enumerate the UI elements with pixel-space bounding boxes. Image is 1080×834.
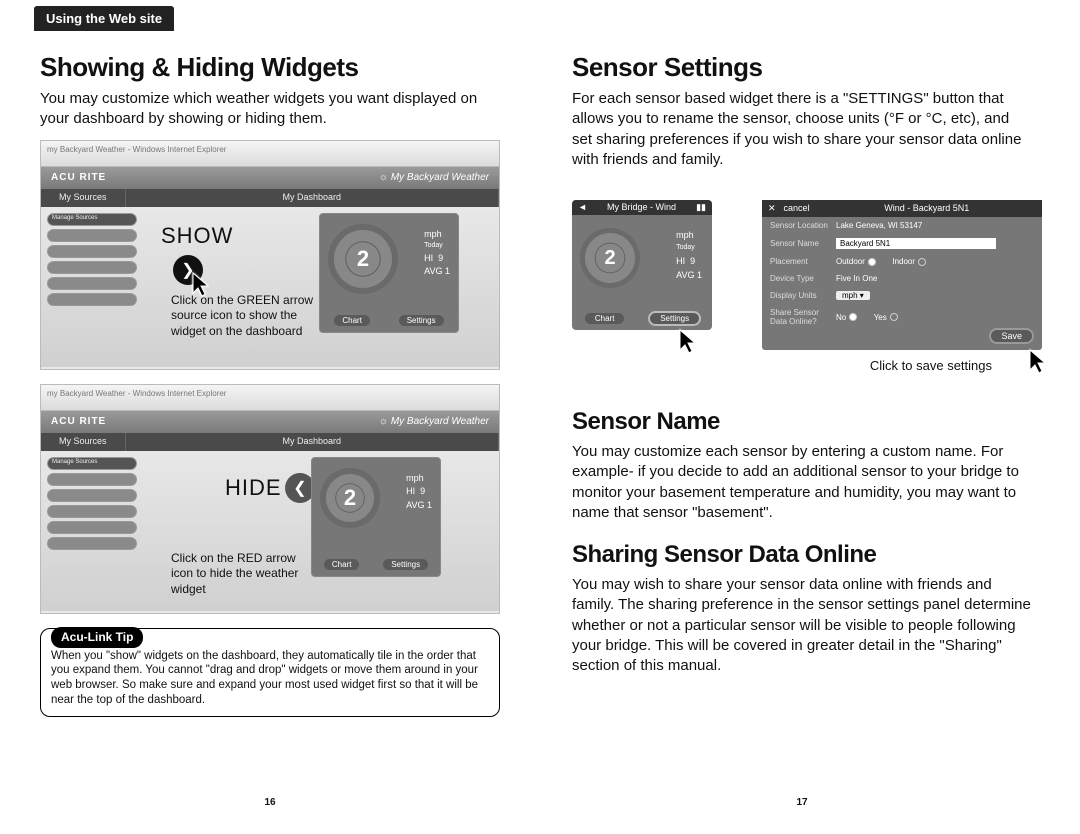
cancel-link[interactable]: cancel bbox=[784, 203, 810, 214]
source-item[interactable] bbox=[47, 293, 137, 306]
source-item[interactable] bbox=[47, 473, 137, 486]
dashboard-tabs: My Sources My Dashboard bbox=[41, 433, 499, 451]
heading-sharing: Sharing Sensor Data Online bbox=[572, 541, 1032, 569]
tab-sources[interactable]: My Sources bbox=[41, 189, 126, 207]
share-yes[interactable]: Yes bbox=[874, 313, 898, 322]
source-item[interactable] bbox=[47, 521, 137, 534]
source-item[interactable] bbox=[47, 277, 137, 290]
source-item[interactable]: Manage Sources bbox=[47, 213, 137, 226]
source-list: Manage Sources bbox=[47, 213, 137, 309]
signal-icon: ▮▮ bbox=[696, 202, 706, 213]
para-widgets: You may customize which weather widgets … bbox=[40, 89, 500, 130]
tip-title: Acu-Link Tip bbox=[51, 627, 143, 649]
brand-left: ACU RITE bbox=[51, 416, 106, 427]
tip-body: When you "show" widgets on the dashboard… bbox=[51, 649, 489, 709]
tab-sources[interactable]: My Sources bbox=[41, 433, 126, 451]
page-number: 16 bbox=[20, 797, 520, 808]
wind-dial: 2 bbox=[320, 468, 380, 528]
source-list: Manage Sources bbox=[47, 457, 137, 553]
wind-widget: 2 mph HI 9 AVG 1 Chart Settings bbox=[311, 457, 441, 577]
para-sharing: You may wish to share your sensor data o… bbox=[572, 575, 1032, 676]
page-left: Showing & Hiding Widgets You may customi… bbox=[20, 32, 520, 812]
placement-indoor[interactable]: Indoor bbox=[892, 257, 926, 266]
source-item[interactable] bbox=[47, 537, 137, 550]
chart-button[interactable]: Chart bbox=[585, 313, 625, 324]
brand-left: ACU RITE bbox=[51, 172, 106, 183]
source-item[interactable] bbox=[47, 489, 137, 502]
tab-dashboard[interactable]: My Dashboard bbox=[126, 189, 499, 207]
source-item[interactable] bbox=[47, 261, 137, 274]
hide-label: HIDE bbox=[225, 475, 282, 501]
brand-right: ☼ My Backyard Weather bbox=[379, 172, 489, 183]
browser-chrome: my Backyard Weather - Windows Internet E… bbox=[41, 385, 499, 411]
chart-button[interactable]: Chart bbox=[334, 315, 370, 326]
mini-wind-widget: ◄My Bridge - Wind▮▮ 2 mph Today HI 9 AVG… bbox=[572, 200, 712, 330]
wind-stats: mph HI 9 AVG 1 bbox=[406, 472, 432, 513]
settings-panel: ✕ cancel Wind - Backyard 5N1 Sensor Loca… bbox=[762, 200, 1042, 350]
source-item[interactable] bbox=[47, 505, 137, 518]
page-number: 17 bbox=[552, 797, 1052, 808]
sensor-name-input[interactable]: Backyard 5N1 bbox=[836, 238, 996, 249]
browser-chrome: my Backyard Weather - Windows Internet E… bbox=[41, 141, 499, 167]
heading-sensor-settings: Sensor Settings bbox=[572, 52, 1032, 83]
chart-button[interactable]: Chart bbox=[324, 559, 360, 570]
device-type: Five In One bbox=[836, 274, 877, 283]
brand-right: ☼ My Backyard Weather bbox=[379, 416, 489, 427]
settings-button[interactable]: Settings bbox=[399, 315, 444, 326]
sensor-location: Lake Geneva, WI 53147 bbox=[836, 221, 922, 230]
tip-box: Acu-Link Tip When you "show" widgets on … bbox=[40, 628, 500, 718]
wind-dial: 2 bbox=[580, 228, 640, 288]
section-header: Using the Web site bbox=[34, 6, 174, 31]
page-right: Sensor Settings For each sensor based wi… bbox=[552, 32, 1052, 812]
source-item[interactable] bbox=[47, 245, 137, 258]
tab-dashboard[interactable]: My Dashboard bbox=[126, 433, 499, 451]
heading-sensor-name: Sensor Name bbox=[572, 408, 1032, 436]
wind-dial: 2 bbox=[328, 224, 398, 294]
save-button[interactable]: Save bbox=[989, 328, 1034, 344]
figure-settings: ◄My Bridge - Wind▮▮ 2 mph Today HI 9 AVG… bbox=[572, 200, 1032, 390]
show-callout: Click on the GREEN arrow source icon to … bbox=[171, 293, 321, 340]
close-icon[interactable]: ✕ bbox=[768, 203, 776, 214]
wind-widget: 2 mph Today HI 9 AVG 1 Chart Settings bbox=[319, 213, 459, 333]
expand-arrow-icon[interactable]: ❯ bbox=[173, 255, 203, 285]
dashboard-tabs: My Sources My Dashboard bbox=[41, 189, 499, 207]
para-sensor-settings: For each sensor based widget there is a … bbox=[572, 89, 1032, 170]
settings-button[interactable]: Settings bbox=[650, 313, 699, 324]
units-select[interactable]: mph ▾ bbox=[836, 291, 870, 300]
heading-widgets: Showing & Hiding Widgets bbox=[40, 52, 500, 83]
cursor-icon bbox=[678, 328, 698, 354]
figure-hide: my Backyard Weather - Windows Internet E… bbox=[40, 384, 500, 614]
brand-bar: ACU RITE ☼ My Backyard Weather bbox=[41, 167, 499, 189]
figure-show: my Backyard Weather - Windows Internet E… bbox=[40, 140, 500, 370]
source-item[interactable]: Manage Sources bbox=[47, 457, 137, 470]
panel-title: Wind - Backyard 5N1 bbox=[818, 203, 1036, 214]
wind-stats: mph Today HI 9 AVG 1 bbox=[676, 228, 702, 282]
placement-outdoor[interactable]: Outdoor bbox=[836, 257, 876, 266]
settings-button[interactable]: Settings bbox=[383, 559, 428, 570]
hide-callout: Click on the RED arrow icon to hide the … bbox=[171, 551, 321, 598]
show-label: SHOW bbox=[161, 223, 233, 249]
brand-bar: ACU RITE ☼ My Backyard Weather bbox=[41, 411, 499, 433]
para-sensor-name: You may customize each sensor by enterin… bbox=[572, 442, 1032, 523]
source-item[interactable] bbox=[47, 229, 137, 242]
save-caption: Click to save settings bbox=[870, 358, 992, 373]
wind-stats: mph Today HI 9 AVG 1 bbox=[424, 228, 450, 279]
cursor-icon bbox=[1028, 348, 1048, 374]
share-no[interactable]: No bbox=[836, 313, 857, 322]
